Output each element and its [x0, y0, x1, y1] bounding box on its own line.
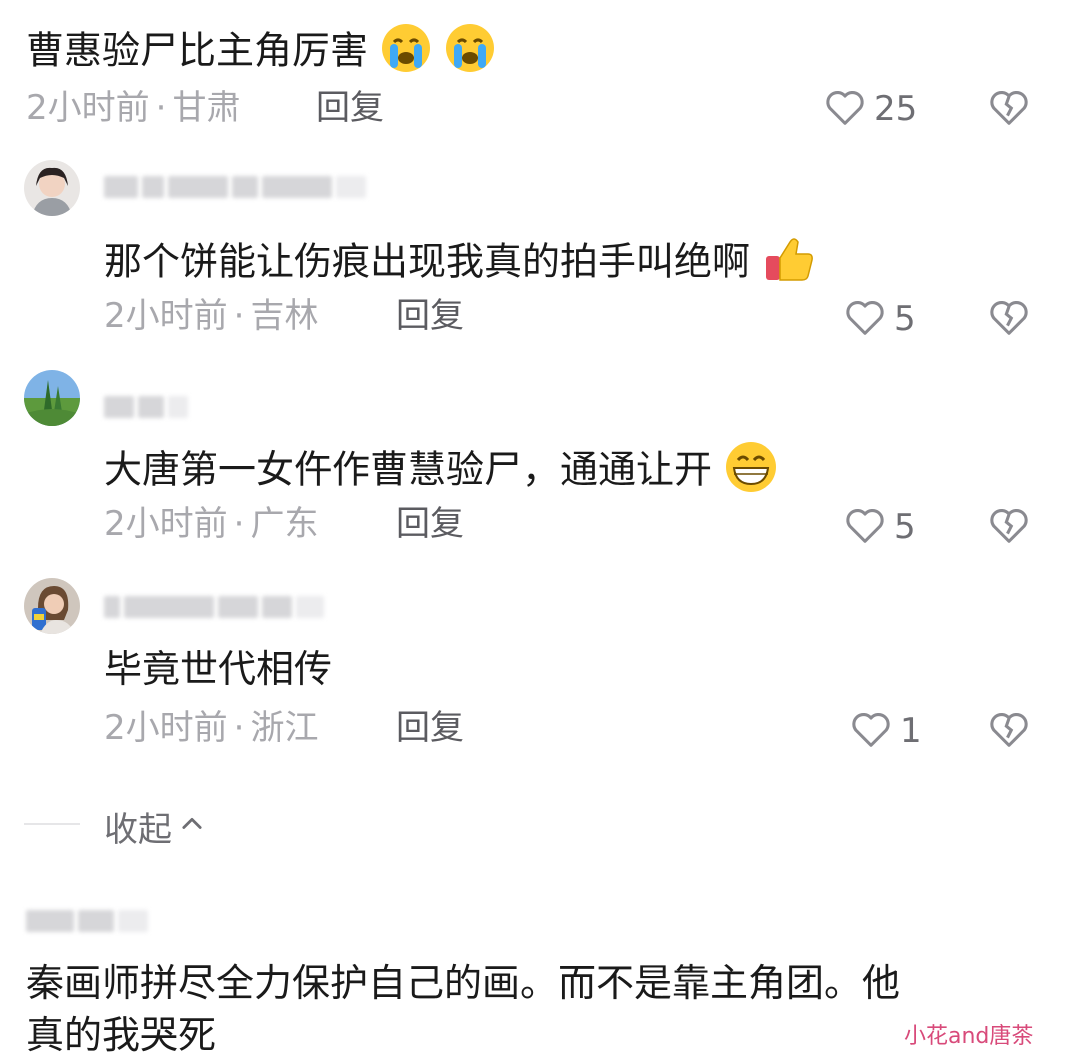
reply-text: 毕竟世代相传 — [104, 647, 333, 691]
comment-text-line1: 秦画师拼尽全力保护自己的画。而不是靠主角团。他 — [26, 961, 901, 1005]
broken-heart-icon — [986, 91, 1032, 134]
avatar[interactable] — [24, 578, 80, 634]
broken-heart-icon — [986, 713, 1032, 756]
username-blurred — [104, 592, 324, 622]
reply-meta: 2小时前 · 吉林 — [104, 296, 319, 336]
dislike-button[interactable] — [986, 294, 1032, 344]
crying-face-emoji — [380, 22, 432, 84]
username-blurred — [26, 906, 148, 936]
like-button[interactable]: 5 — [842, 502, 916, 552]
reply-button[interactable]: 回复 — [396, 504, 464, 544]
crying-face-emoji — [444, 22, 496, 84]
like-count: 5 — [894, 299, 916, 339]
reply-text: 大唐第一女仵作曹慧验尸，通通让开 — [104, 440, 778, 504]
like-button[interactable]: 5 — [842, 294, 916, 344]
like-count: 25 — [874, 89, 918, 129]
dislike-button[interactable] — [986, 706, 1032, 756]
comment-text-line2: 真的我哭死 — [26, 1013, 217, 1057]
username-blurred — [104, 392, 188, 422]
broken-heart-icon — [986, 301, 1032, 344]
reply-button[interactable]: 回复 — [396, 708, 464, 748]
thumbs-up-emoji — [762, 232, 816, 296]
like-button[interactable]: 1 — [848, 706, 922, 756]
broken-heart-icon — [986, 509, 1032, 552]
comment-meta: 2小时前 · 甘肃 — [26, 88, 241, 128]
collapse-button[interactable]: 收起 — [104, 802, 206, 851]
like-count: 5 — [894, 507, 916, 547]
comment-time: 2小时前 — [26, 88, 150, 128]
heart-icon — [822, 84, 868, 134]
comment-text: 曹惠验尸比主角厉害 — [26, 22, 496, 84]
like-count: 1 — [900, 711, 922, 751]
heart-icon — [842, 294, 888, 344]
dislike-button[interactable] — [986, 502, 1032, 552]
heart-icon — [848, 706, 894, 756]
reply-button[interactable]: 回复 — [316, 88, 384, 128]
watermark: 小花and唐茶 — [904, 1024, 1034, 1049]
reply-button[interactable]: 回复 — [396, 296, 464, 336]
like-button[interactable]: 25 — [822, 84, 917, 134]
reply-meta: 2小时前 · 广东 — [104, 504, 319, 544]
username-blurred — [104, 172, 366, 202]
comment-location: 甘肃 — [172, 88, 241, 128]
reply-text: 那个饼能让伤痕出现我真的拍手叫绝啊 — [104, 232, 816, 296]
reply-meta: 2小时前 · 浙江 — [104, 708, 319, 748]
dislike-button[interactable] — [986, 84, 1032, 134]
collapse-divider — [24, 823, 80, 825]
collapse-label: 收起 — [104, 810, 172, 850]
avatar[interactable] — [24, 370, 80, 426]
heart-icon — [842, 502, 888, 552]
grinning-face-emoji — [724, 440, 778, 504]
chevron-up-icon — [178, 807, 206, 847]
avatar[interactable] — [24, 160, 80, 216]
